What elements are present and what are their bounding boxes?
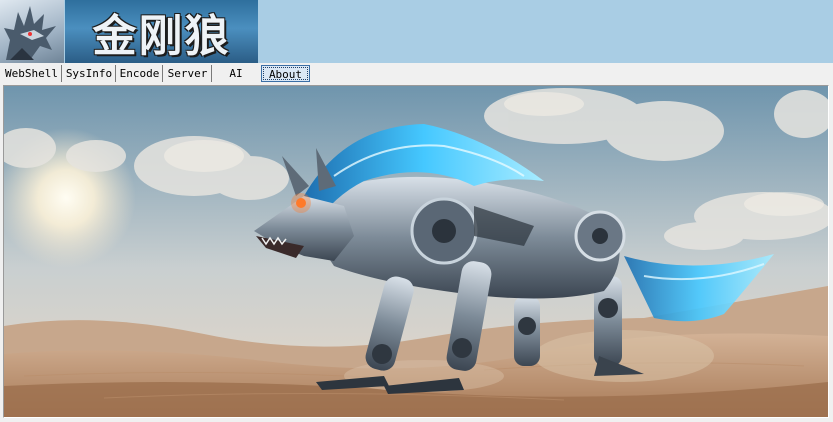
tab-sysinfo[interactable]: SysInfo [63,65,116,82]
tab-server[interactable]: Server [164,65,212,82]
wolf-head-icon [0,0,64,63]
tab-encode[interactable]: Encode [117,65,163,82]
tab-bar: WebShell SysInfo Encode Server AI About [0,63,833,84]
tab-about[interactable]: About [261,65,310,82]
about-panel [3,85,829,418]
app-header: 金刚狼 [0,0,833,63]
robotic-wolf-desert-illustration [4,86,828,417]
tab-webshell[interactable]: WebShell [2,65,62,82]
tab-ai[interactable]: AI [213,65,259,82]
app-logo-title: 金刚狼 [65,0,258,63]
